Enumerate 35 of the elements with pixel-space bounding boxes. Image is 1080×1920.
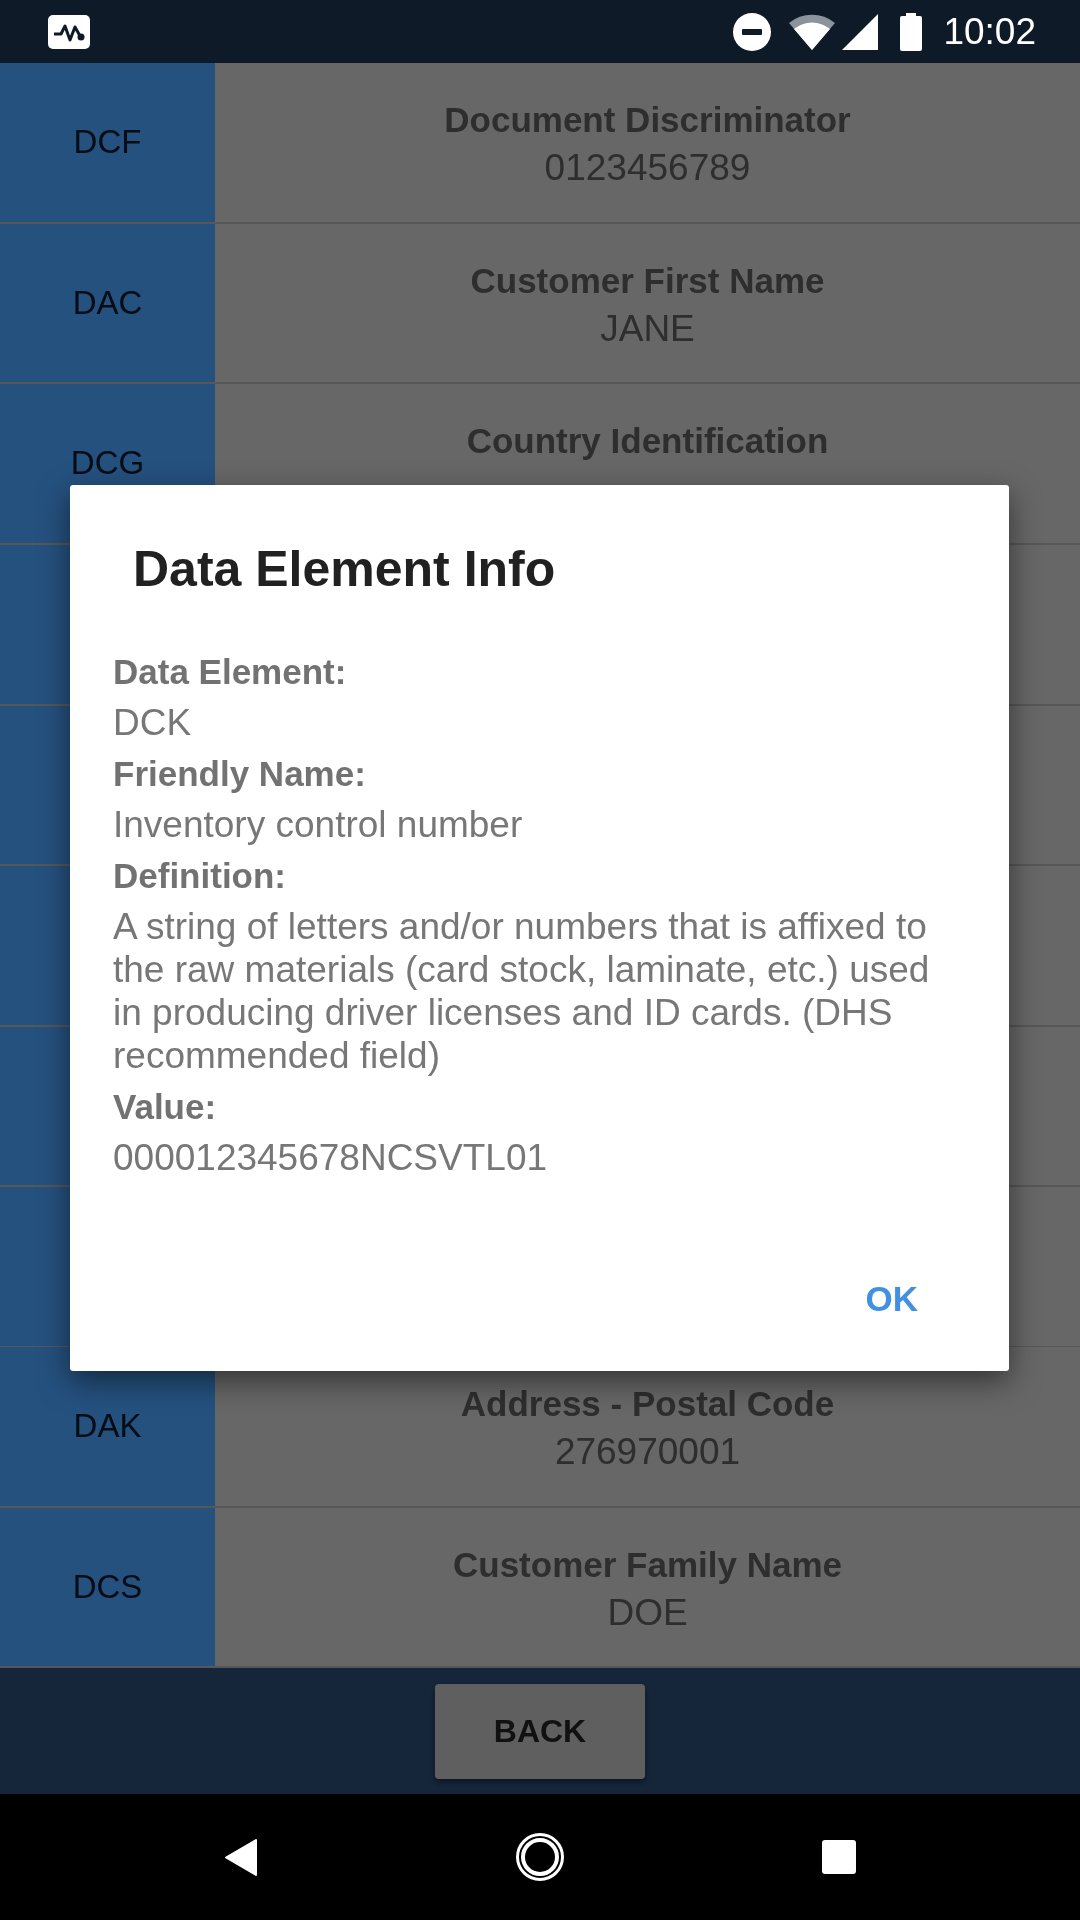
battery-icon xyxy=(900,12,923,51)
field-label: Value: xyxy=(113,1086,218,1128)
ok-button[interactable]: OK xyxy=(845,1255,938,1343)
field-name: Customer Family Name xyxy=(453,1543,842,1586)
element-code: DAK xyxy=(73,1406,142,1447)
field-value: DCK xyxy=(113,701,193,744)
element-code: DAC xyxy=(72,282,143,323)
field-value: JANE xyxy=(600,306,695,351)
field-label: Friendly Name: xyxy=(113,753,367,795)
home-icon[interactable] xyxy=(516,1833,564,1881)
element-code: DCF xyxy=(73,122,142,163)
field-name: Document Discriminator xyxy=(444,99,851,141)
back-icon[interactable] xyxy=(225,1838,257,1876)
field-value: Inventory control number xyxy=(113,803,524,846)
field-name: Customer First Name xyxy=(470,259,825,302)
data-element-row[interactable]: DCS Customer Family Name DOE xyxy=(0,1507,1080,1668)
data-element-row[interactable]: DCF Document Discriminator 0123456789 xyxy=(0,63,1080,224)
wifi-icon xyxy=(789,13,836,50)
element-code: DCS xyxy=(72,1566,143,1607)
field-value: 000012345678NCSVTL01 xyxy=(113,1136,549,1179)
field-name: Country Identification xyxy=(466,420,829,462)
status-time: 10:02 xyxy=(943,9,1036,54)
signal-icon xyxy=(842,13,879,50)
field-label: Data Element: xyxy=(113,651,348,693)
field-name: Address - Postal Code xyxy=(460,1383,835,1425)
field-label: Definition: xyxy=(113,855,288,897)
field-value: DOE xyxy=(607,1590,688,1635)
back-button[interactable]: BACK xyxy=(435,1683,645,1779)
do-not-disturb-icon xyxy=(733,12,772,51)
field-value: 0123456789 xyxy=(544,146,751,190)
data-element-row[interactable]: DAC Customer First Name JANE xyxy=(0,223,1080,384)
field-value: 276970001 xyxy=(554,1430,741,1474)
element-code: DCG xyxy=(70,443,145,484)
pulse-icon xyxy=(48,14,90,49)
field-value: A string of letters and/or numbers that is affixed to the raw materials (card stock, laminate, etc.) used in producing driver licenses and ID cards. (DHS recommended field) xyxy=(113,905,931,1077)
